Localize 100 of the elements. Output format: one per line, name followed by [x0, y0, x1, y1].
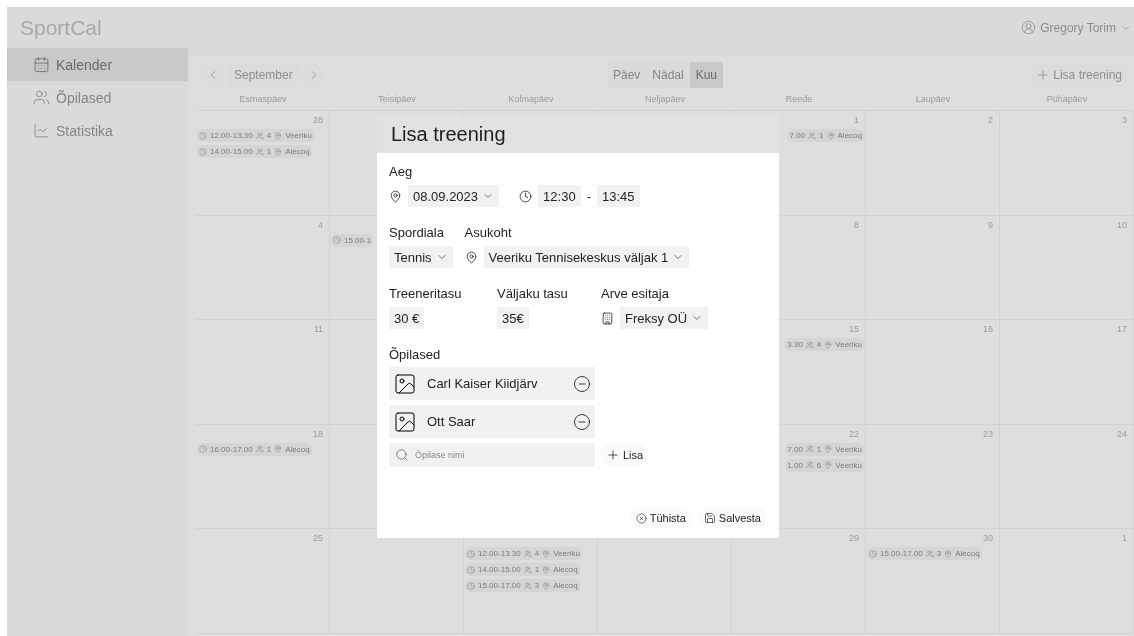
date-select[interactable]: 08.09.2023 — [408, 185, 500, 207]
weekday-label: Kolmapäev — [508, 94, 554, 106]
users-icon — [805, 340, 814, 349]
coach-fee-field[interactable]: 30 € — [389, 307, 425, 329]
users-icon — [925, 549, 934, 558]
clock-icon — [869, 549, 877, 558]
sidebar-label: Õpilased — [56, 89, 112, 106]
event-place: Veeriku — [285, 131, 312, 140]
payer-select[interactable]: Freksy OÜ — [620, 307, 709, 329]
day-cell[interactable]: 23 — [866, 424, 1000, 530]
sidebar-label: Statistika — [56, 122, 113, 139]
save-icon — [703, 512, 716, 524]
attendee-count: 3 — [936, 549, 942, 559]
building-icon — [601, 311, 614, 325]
day-cell[interactable]: 25 — [196, 529, 330, 634]
calendar-icon — [33, 56, 50, 73]
day-cell[interactable]: 28 12.00-13.30 4 Veeriku 14.00-15.00 1 Alecoq — [196, 111, 330, 216]
day-cell[interactable]: 2 — [866, 111, 1000, 216]
day-cell[interactable]: 11 — [196, 320, 330, 425]
attendee-count: 1 — [816, 444, 822, 454]
weekday-label: Teisipäev — [378, 94, 416, 106]
day-number: 23 — [983, 428, 994, 440]
event-place: Alecoq — [553, 565, 578, 575]
day-cell[interactable]: 17 — [1000, 320, 1134, 425]
view-tab[interactable]: Kuu — [689, 62, 724, 88]
users-icon — [255, 445, 264, 454]
event-chip[interactable]: 12.00-13.30 4 Veeriku — [197, 129, 314, 142]
event-time: 7.00 — [789, 131, 806, 140]
pin-icon — [542, 549, 551, 558]
dialog-title: Lisa treening — [391, 122, 506, 146]
save-button[interactable]: Salvesta — [697, 508, 767, 528]
event-place: Alecoq — [837, 131, 862, 140]
add-button[interactable]: Lisa — [600, 444, 650, 466]
field-label: Treeneritasu — [389, 286, 463, 301]
pin-icon — [824, 340, 833, 349]
users-icon — [805, 461, 814, 470]
event-chip[interactable]: 14.00-15.00 1 Alecoq — [197, 145, 312, 158]
weekday-label: Neljapäev — [645, 94, 685, 106]
pin-icon — [274, 445, 283, 454]
day-number: 16 — [983, 324, 994, 336]
weekday-label: Reede — [785, 94, 813, 106]
event-time: 12.00-13.30 — [478, 549, 521, 559]
clock-icon — [467, 581, 475, 590]
clock-icon — [199, 131, 207, 140]
users-icon — [523, 565, 532, 574]
pin-icon — [826, 131, 835, 140]
event-chip[interactable]: 15.00-1 — [331, 233, 374, 247]
users-icon — [255, 131, 264, 140]
event-time: 14.00-15.00 — [478, 565, 521, 575]
court-fee-field[interactable]: 35€ — [497, 307, 529, 329]
start-time-field[interactable]: 12:30 — [538, 185, 581, 207]
image-icon — [393, 409, 417, 434]
user-menu[interactable]: Gregory Torim — [1019, 20, 1134, 35]
day-cell[interactable]: 9 — [866, 215, 1000, 321]
end-time-field[interactable]: 13:45 — [596, 185, 640, 207]
pin-icon — [274, 147, 283, 156]
event-time: 15.00-1 — [344, 235, 372, 245]
event-chip[interactable]: 7.00 1 Alecoq — [787, 129, 864, 142]
day-number: 25 — [313, 533, 324, 545]
day-cell[interactable]: 4 — [196, 215, 330, 321]
attendee-count: 1 — [266, 444, 272, 454]
sidebar-item[interactable]: Kalender — [7, 48, 188, 81]
event-place: Alecoq — [285, 444, 310, 454]
weekday-label: Esmaspäev — [239, 94, 287, 106]
day-number: 9 — [988, 219, 994, 231]
pin-icon — [464, 250, 478, 264]
day-number: 29 — [849, 533, 860, 545]
event-chip[interactable]: 15.00-17.00 3 Alecoq — [465, 579, 580, 593]
search-field[interactable]: Õpilase nimi — [389, 443, 595, 467]
users-icon — [33, 89, 50, 106]
sport-select[interactable]: Tennis — [389, 246, 453, 268]
day-cell[interactable]: 1 — [1000, 529, 1134, 634]
event-chip[interactable]: 12.00-13.30 4 Veeriku — [465, 547, 582, 561]
event-chip[interactable]: 3.30 4 Veeriku — [785, 338, 864, 352]
clock-icon — [199, 147, 207, 156]
event-chip[interactable]: 7.00 1 Veeriku — [785, 442, 864, 456]
event-chip[interactable]: 14.00-15.00 1 Alecoq — [465, 563, 580, 577]
day-cell[interactable]: 24 — [1000, 424, 1134, 530]
pin-icon — [824, 461, 833, 470]
event-time: 16.00-17.00 — [210, 444, 253, 454]
event-chip[interactable]: 16.00-17.00 1 Alecoq — [197, 442, 312, 456]
field-label: Väljaku tasu — [497, 286, 569, 301]
field-label: Spordiala — [389, 225, 445, 240]
event-chip[interactable]: 15.00-17.00 3 Alecoq — [867, 547, 982, 561]
day-cell[interactable]: 10 — [1000, 215, 1134, 321]
users-icon — [808, 131, 817, 140]
attendee-count: 4 — [816, 340, 822, 350]
event-chip[interactable]: 1.00 6 Veeriku — [785, 458, 864, 472]
pin-icon — [542, 581, 551, 590]
day-number: 4 — [318, 219, 324, 231]
cancel-button[interactable]: Tühista — [629, 508, 692, 528]
day-cell[interactable]: 16 — [866, 320, 1000, 425]
clock-icon — [467, 549, 475, 558]
event-time: 15.00-17.00 — [880, 549, 923, 559]
remove-icon[interactable] — [573, 412, 591, 431]
day-cell[interactable]: 18 16.00-17.00 1 Alecoq — [196, 424, 330, 530]
remove-icon[interactable] — [573, 374, 591, 393]
location-select[interactable]: Veeriku Tennisekeskus väljak 1 — [483, 246, 690, 268]
pin-icon — [944, 549, 953, 558]
field-label: Aeg — [389, 164, 414, 179]
